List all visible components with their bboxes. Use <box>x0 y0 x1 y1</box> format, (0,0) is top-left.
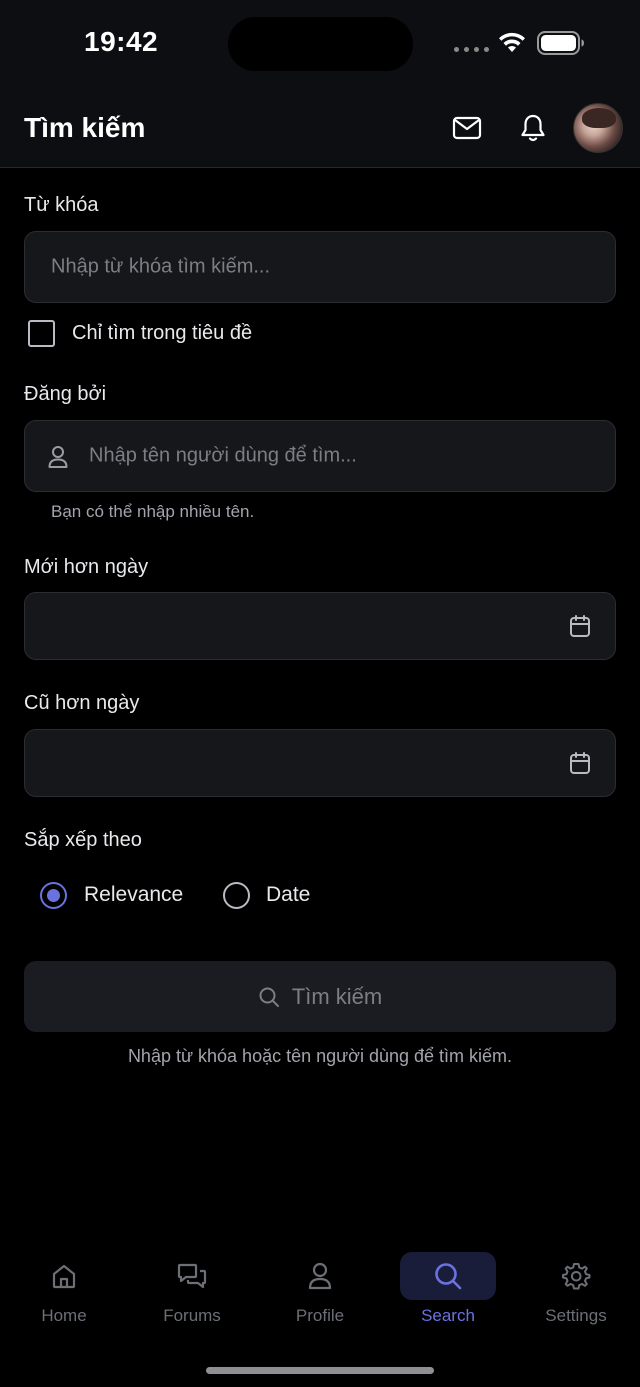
keyword-label: Từ khóa <box>24 194 99 216</box>
sort-relevance-radio[interactable] <box>40 882 67 909</box>
newer-than-label: Mới hơn ngày <box>24 556 149 578</box>
calendar-icon[interactable] <box>569 614 591 638</box>
older-than-date-input[interactable] <box>24 729 616 797</box>
tab-forums-label: Forums <box>163 1306 221 1325</box>
tab-home-label: Home <box>41 1306 87 1325</box>
home-indicator <box>206 1367 434 1374</box>
battery-icon <box>537 31 584 55</box>
signal-dots-icon <box>454 47 489 52</box>
newer-than-date-input[interactable] <box>24 592 616 660</box>
tab-settings[interactable]: Settings <box>528 1252 624 1332</box>
chat-bubbles-icon <box>177 1263 207 1289</box>
title-only-checkbox[interactable] <box>28 320 55 347</box>
older-than-label: Cũ hơn ngày <box>24 692 140 714</box>
page-title: Tìm kiếm <box>24 112 146 143</box>
status-bar: 19:42 <box>0 0 640 88</box>
calendar-icon[interactable] <box>569 751 591 775</box>
user-icon <box>48 446 68 468</box>
notifications-button[interactable] <box>515 110 551 146</box>
tab-profile[interactable]: Profile <box>272 1252 368 1332</box>
search-icon <box>435 1263 462 1290</box>
tab-search-label: Search <box>421 1306 475 1325</box>
mail-icon <box>452 116 482 140</box>
sort-label: Sắp xếp theo <box>24 829 142 851</box>
user-icon <box>308 1262 332 1290</box>
keyword-placeholder: Nhập từ khóa tìm kiếm... <box>51 255 271 278</box>
tab-profile-label: Profile <box>295 1306 345 1325</box>
avatar[interactable] <box>573 103 623 153</box>
search-hint: Nhập từ khóa hoặc tên người dùng để tìm … <box>127 1046 513 1066</box>
tab-search[interactable]: Search <box>400 1252 496 1332</box>
messages-button[interactable] <box>449 110 485 146</box>
tab-forums[interactable]: Forums <box>144 1252 240 1332</box>
posted-by-input[interactable]: Nhập tên người dùng để tìm... <box>24 420 616 492</box>
tab-home[interactable]: Home <box>16 1252 112 1332</box>
app-header: Tìm kiếm <box>0 88 640 168</box>
search-icon <box>259 987 279 1007</box>
sort-date-radio[interactable] <box>223 882 250 909</box>
status-time: 19:42 <box>84 26 159 57</box>
search-button-label: Tìm kiếm <box>291 983 383 1009</box>
dynamic-island <box>228 17 413 71</box>
sort-relevance-label[interactable]: Relevance <box>84 883 183 907</box>
home-icon <box>52 1264 76 1289</box>
posted-by-label: Đăng bởi <box>24 383 107 405</box>
posted-by-placeholder: Nhập tên người dùng để tìm... <box>89 444 357 467</box>
bell-icon <box>521 114 545 142</box>
search-button[interactable]: Tìm kiếm <box>24 961 616 1032</box>
sort-date-label[interactable]: Date <box>266 883 310 907</box>
tab-settings-label: Settings <box>545 1306 607 1325</box>
gear-icon <box>562 1263 591 1290</box>
keyword-input[interactable]: Nhập từ khóa tìm kiếm... <box>24 231 616 303</box>
title-only-label: Chỉ tìm trong tiêu đề <box>72 322 253 344</box>
posted-by-hint: Bạn có thể nhập nhiều tên. <box>51 502 255 521</box>
wifi-icon <box>499 32 525 52</box>
